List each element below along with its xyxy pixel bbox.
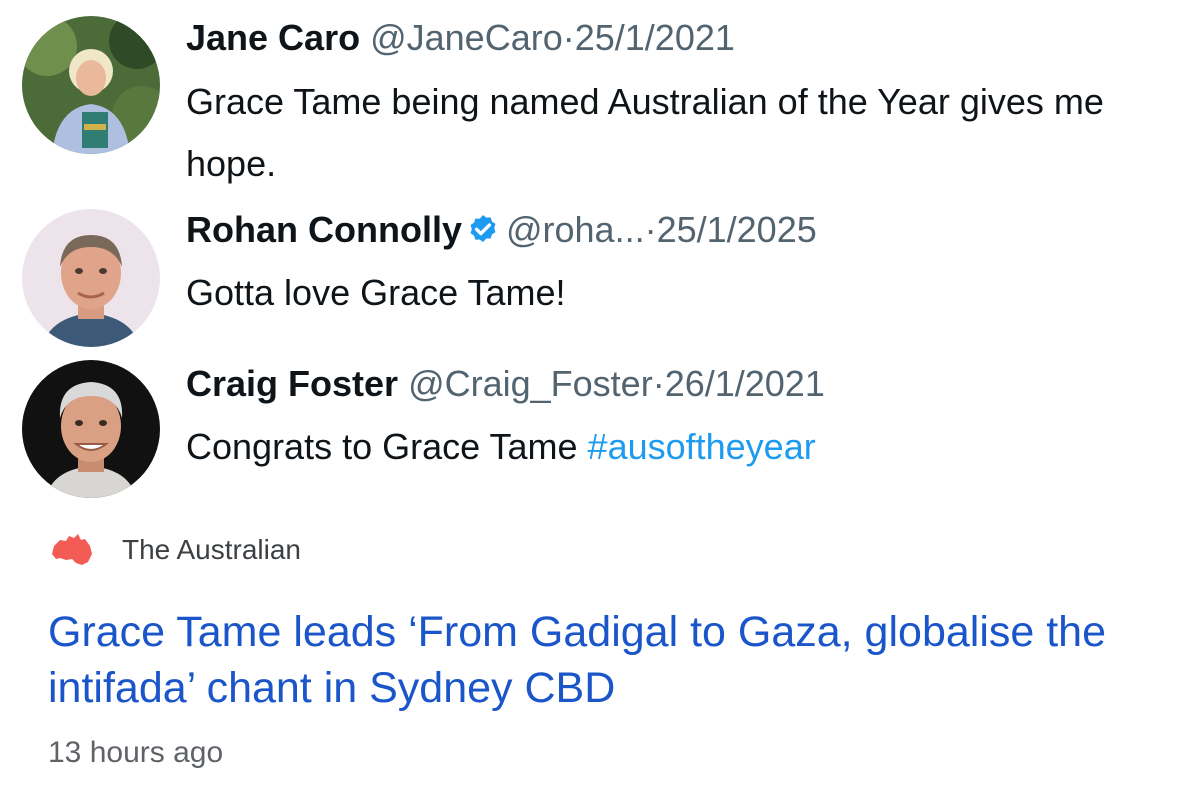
tweet-text: Congrats to Grace Tame #ausoftheyear (186, 416, 1186, 478)
tweet-text: Gotta love Grace Tame! (186, 272, 566, 313)
separator: · (644, 209, 657, 250)
author-handle[interactable]: @roha... (506, 209, 645, 250)
tweet-header: Rohan Connolly @roha...·25/1/2025 (186, 208, 817, 252)
news-headline-link[interactable]: Grace Tame leads ‘From Gadigal to Gaza, … (48, 604, 1148, 716)
author-handle[interactable]: @JaneCaro (370, 17, 563, 58)
verified-badge-icon (470, 215, 496, 243)
avatar[interactable] (22, 360, 160, 498)
author-name[interactable]: Jane Caro (186, 17, 360, 58)
author-name[interactable]: Rohan Connolly (186, 209, 462, 250)
tweet-date[interactable]: 25/1/2021 (575, 17, 735, 58)
avatar[interactable] (22, 209, 160, 347)
avatar[interactable] (22, 16, 160, 154)
avatar-photo-icon (22, 16, 160, 154)
australia-map-icon (52, 534, 92, 565)
separator: · (562, 17, 575, 58)
tweet-header: Jane Caro @JaneCaro·25/1/2021 (186, 16, 735, 60)
tweet-date[interactable]: 26/1/2021 (665, 363, 825, 404)
separator: · (652, 363, 665, 404)
tweet-header: Craig Foster @Craig_Foster·26/1/2021 (186, 362, 825, 406)
avatar-photo-icon (22, 360, 160, 498)
news-source-name: The Australian (122, 534, 301, 565)
news-source[interactable]: The Australian (48, 530, 301, 570)
avatar-photo-icon (22, 209, 160, 347)
author-handle[interactable]: @Craig_Foster (408, 363, 653, 404)
tweet-text: Grace Tame being named Australian of the… (186, 81, 1104, 184)
hashtag-link[interactable]: #ausoftheyear (588, 426, 816, 467)
tweet-text-body: Congrats to Grace Tame (186, 426, 578, 467)
news-timestamp: 13 hours ago (48, 736, 224, 769)
author-name[interactable]: Craig Foster (186, 363, 398, 404)
tweet-date[interactable]: 25/1/2025 (657, 209, 817, 250)
